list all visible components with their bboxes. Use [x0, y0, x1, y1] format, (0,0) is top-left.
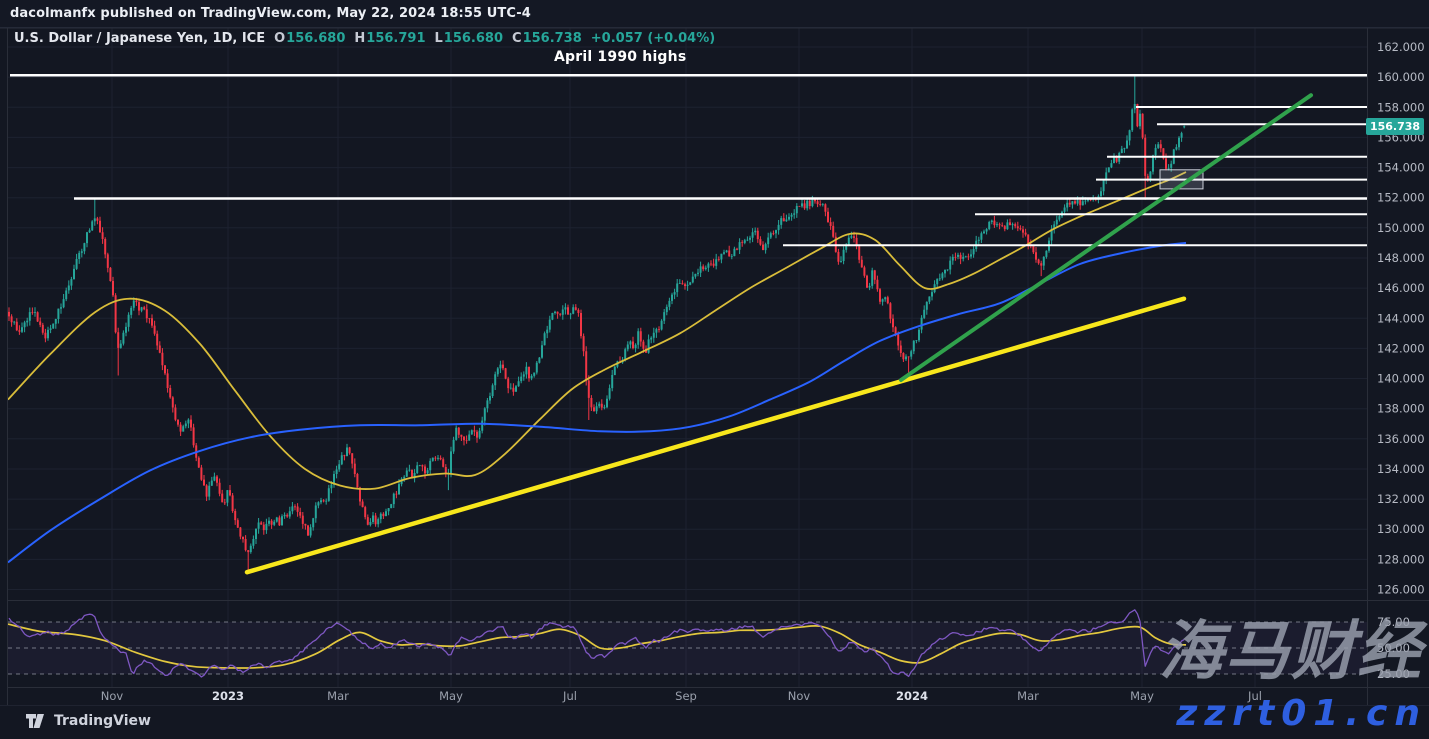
- price-tick-label[interactable]: 162.000: [1377, 40, 1425, 54]
- legend-change: +0.057 (+0.04%): [591, 31, 715, 46]
- price-tick-label[interactable]: 134.000: [1377, 462, 1425, 476]
- legend-high: H156.791: [354, 31, 425, 46]
- tradingview-chart-screenshot: 162.000160.000158.000156.000154.000152.0…: [0, 0, 1429, 739]
- price-tick-label[interactable]: 136.000: [1377, 432, 1425, 446]
- tradingview-logo-icon: [26, 714, 47, 728]
- pane-separators[interactable]: [0, 28, 1429, 706]
- time-tick-label[interactable]: Nov: [101, 689, 124, 703]
- axis-labels-layer[interactable]: 162.000160.000158.000156.000154.000152.0…: [101, 40, 1425, 703]
- legend-open: O156.680: [274, 31, 345, 46]
- low-value: 156.680: [444, 31, 503, 46]
- open-label: O: [274, 31, 285, 46]
- high-value: 156.791: [366, 31, 425, 46]
- candlestick-layer: [8, 75, 1185, 572]
- yellow-ma: [8, 172, 1186, 489]
- price-tick-label[interactable]: 142.000: [1377, 341, 1425, 355]
- open-value: 156.680: [286, 31, 345, 46]
- symbol-legend[interactable]: U.S. Dollar / Japanese Yen, 1D, ICE O156…: [14, 31, 715, 46]
- april-1990-highs-annotation[interactable]: April 1990 highs: [554, 49, 686, 65]
- price-tick-label[interactable]: 146.000: [1377, 281, 1425, 295]
- price-tick-label[interactable]: 140.000: [1377, 372, 1425, 386]
- yellow-uptrend[interactable]: [247, 299, 1184, 573]
- last-price-label: 156.738: [1366, 118, 1424, 135]
- price-tick-label[interactable]: 158.000: [1377, 100, 1425, 114]
- price-tick-label[interactable]: 160.000: [1377, 70, 1425, 84]
- time-tick-label[interactable]: 2023: [212, 689, 244, 703]
- watermark-cn-text: 海马财经: [1159, 617, 1423, 687]
- price-tick-label[interactable]: 154.000: [1377, 161, 1425, 175]
- down-bodies: [8, 104, 1167, 552]
- time-tick-label[interactable]: 2024: [896, 689, 928, 703]
- time-tick-label[interactable]: Nov: [788, 689, 811, 703]
- price-tick-label[interactable]: 126.000: [1377, 583, 1425, 597]
- price-tick-label[interactable]: 144.000: [1377, 311, 1425, 325]
- time-tick-label[interactable]: May: [439, 689, 463, 703]
- low-label: L: [435, 31, 443, 46]
- time-tick-label[interactable]: May: [1130, 689, 1154, 703]
- watermark-site-text: zzrt01.cn: [1176, 696, 1427, 732]
- legend-close: C156.738: [512, 31, 582, 46]
- time-tick-label[interactable]: Sep: [675, 689, 697, 703]
- legend-low: L156.680: [435, 31, 504, 46]
- up-wicks: [14, 75, 1184, 554]
- tradingview-attribution[interactable]: TradingView: [26, 713, 151, 729]
- publish-info-text: dacolmanfx published on TradingView.com,…: [10, 6, 531, 21]
- time-tick-label[interactable]: Mar: [327, 689, 349, 703]
- down-wicks: [9, 104, 1166, 572]
- time-tick-label[interactable]: Jul: [562, 689, 577, 703]
- green-uptrend[interactable]: [901, 95, 1311, 380]
- moving-average-layer: [8, 172, 1186, 562]
- tradingview-brand-text: TradingView: [54, 713, 151, 729]
- publish-header-bar: dacolmanfx published on TradingView.com,…: [0, 0, 1429, 28]
- high-label: H: [354, 31, 365, 46]
- symbol-title[interactable]: U.S. Dollar / Japanese Yen, 1D, ICE: [14, 31, 265, 46]
- time-tick-label[interactable]: Mar: [1017, 689, 1039, 703]
- up-bodies: [13, 104, 1185, 552]
- price-tick-label[interactable]: 152.000: [1377, 191, 1425, 205]
- price-tick-label[interactable]: 132.000: [1377, 492, 1425, 506]
- price-tick-label[interactable]: 130.000: [1377, 522, 1425, 536]
- price-tick-label[interactable]: 148.000: [1377, 251, 1425, 265]
- price-tick-label[interactable]: 138.000: [1377, 402, 1425, 416]
- close-value: 156.738: [523, 31, 582, 46]
- price-tick-label[interactable]: 150.000: [1377, 221, 1425, 235]
- price-tick-label[interactable]: 128.000: [1377, 552, 1425, 566]
- close-label: C: [512, 31, 522, 46]
